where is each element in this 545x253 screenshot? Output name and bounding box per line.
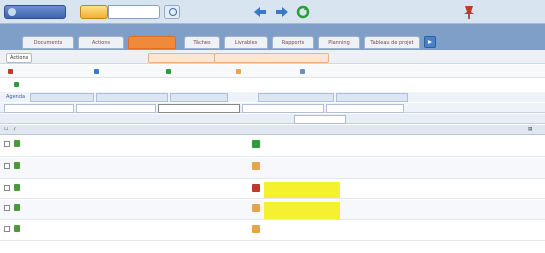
- filter-agenda[interactable]: Agenda: [6, 93, 25, 101]
- toolbar-item-3[interactable]: [166, 67, 173, 75]
- view-tab-4[interactable]: [242, 104, 324, 113]
- tab-tableau-label: Tableau de projet: [370, 39, 414, 46]
- document-icon[interactable]: [14, 162, 20, 169]
- row-decision: [264, 182, 340, 198]
- toolbar-item-4[interactable]: [236, 67, 243, 75]
- tab-livrables[interactable]: Livrables: [224, 36, 268, 49]
- action-toolbar: [0, 65, 545, 78]
- view-tab-5[interactable]: [326, 104, 404, 113]
- col-settings[interactable]: ▤: [528, 127, 532, 132]
- table-row[interactable]: [0, 180, 545, 199]
- view-tab-2[interactable]: [76, 104, 156, 113]
- tab-taches-label: Tâches: [193, 39, 211, 46]
- toolbar-item-5[interactable]: [300, 67, 307, 75]
- refresh-icon[interactable]: [296, 5, 310, 19]
- search-input[interactable]: [108, 5, 160, 19]
- row-divider: [0, 198, 545, 199]
- group-select[interactable]: [294, 115, 346, 124]
- table-row[interactable]: [0, 136, 545, 157]
- top-bar: [0, 0, 545, 24]
- tab-documents-label: Documents: [33, 39, 63, 46]
- row-decision: [264, 202, 340, 219]
- filter-3[interactable]: [170, 93, 228, 102]
- breadcrumb-step[interactable]: [148, 53, 215, 63]
- status-icon: [252, 140, 260, 148]
- col-type[interactable]: /: [14, 127, 16, 132]
- back-arrow-icon[interactable]: [252, 6, 268, 18]
- gear-icon: [300, 68, 305, 74]
- export-row: [0, 79, 545, 90]
- breadcrumb-current[interactable]: [214, 53, 329, 63]
- col-check[interactable]: ☐: [4, 127, 8, 132]
- app-logo-icon: [8, 8, 16, 16]
- tab-tableau[interactable]: Tableau de projet: [364, 36, 420, 49]
- filter-4[interactable]: [258, 93, 334, 102]
- table-row[interactable]: [0, 200, 545, 220]
- tab-actions-label: Actions: [91, 39, 111, 46]
- alert-icon: [8, 68, 13, 74]
- grid-tools: [0, 114, 545, 124]
- row-checkbox[interactable]: [4, 185, 10, 191]
- app-menu-button[interactable]: [4, 5, 66, 19]
- tab-livrables-label: Livrables: [234, 39, 258, 46]
- folder-icon: [236, 68, 241, 74]
- forward-arrow-icon[interactable]: [274, 6, 290, 18]
- search-button[interactable]: [164, 5, 180, 19]
- table-row[interactable]: [0, 158, 545, 179]
- row-checkbox[interactable]: [4, 226, 10, 232]
- status-icon: [252, 225, 260, 233]
- breadcrumb: Actions: [0, 50, 545, 64]
- row-divider: [0, 219, 545, 220]
- tab-rapports[interactable]: Rapports: [272, 36, 314, 49]
- view-tab-1[interactable]: [4, 104, 74, 113]
- breadcrumb-title[interactable]: [34, 53, 146, 61]
- breadcrumb-actions[interactable]: Actions: [6, 53, 33, 63]
- tab-planning-label: Planning: [328, 39, 350, 46]
- status-icon: [252, 204, 260, 212]
- tab-documents[interactable]: Documents: [22, 36, 74, 49]
- toolbar-item-2[interactable]: [94, 67, 101, 75]
- row-divider: [0, 156, 545, 157]
- row-divider: [0, 178, 545, 179]
- view-tab-3[interactable]: [158, 104, 240, 113]
- row-decision: [264, 138, 340, 156]
- row-checkbox[interactable]: [4, 163, 10, 169]
- status-icon: [252, 162, 260, 170]
- filter-1[interactable]: [30, 93, 94, 102]
- status-icon: [252, 184, 260, 192]
- row-decision: [264, 160, 340, 178]
- add-tab-button[interactable]: [424, 36, 436, 48]
- document-icon: [14, 81, 19, 87]
- document-icon[interactable]: [14, 184, 20, 191]
- tab-rapports-label: Rapports: [281, 39, 305, 46]
- filter-row-1: Agenda: [0, 92, 545, 102]
- grid-header: ☐ / ▤: [0, 125, 545, 135]
- toolbar-item-1[interactable]: [8, 67, 15, 75]
- table-row[interactable]: [0, 221, 545, 241]
- document-icon[interactable]: [14, 225, 20, 232]
- document-icon[interactable]: [14, 140, 20, 147]
- filter-2[interactable]: [96, 93, 168, 102]
- row-checkbox[interactable]: [4, 141, 10, 147]
- tab-planning[interactable]: Planning: [318, 36, 360, 49]
- check-icon: [166, 68, 171, 74]
- pin-icon[interactable]: [462, 4, 476, 20]
- tab-actions[interactable]: Actions: [78, 36, 124, 49]
- filter-5[interactable]: [336, 93, 408, 102]
- search-icon: [169, 8, 177, 16]
- filter-agenda-label: Agenda: [6, 94, 26, 100]
- export-link[interactable]: [14, 80, 21, 88]
- row-divider: [0, 240, 545, 241]
- filter-row-2: [0, 103, 545, 113]
- expand-icon: [428, 40, 432, 44]
- row-decision: [264, 223, 340, 240]
- tab-taches[interactable]: Tâches: [184, 36, 220, 49]
- row-checkbox[interactable]: [4, 205, 10, 211]
- search-scope-button[interactable]: [80, 5, 108, 19]
- arrow-icon: [94, 68, 99, 74]
- tab-active[interactable]: [128, 36, 176, 49]
- document-icon[interactable]: [14, 204, 20, 211]
- breadcrumb-actions-label: Actions: [10, 55, 29, 61]
- main-tab-bar: Documents Actions Tâches Livrables Rappo…: [0, 24, 545, 50]
